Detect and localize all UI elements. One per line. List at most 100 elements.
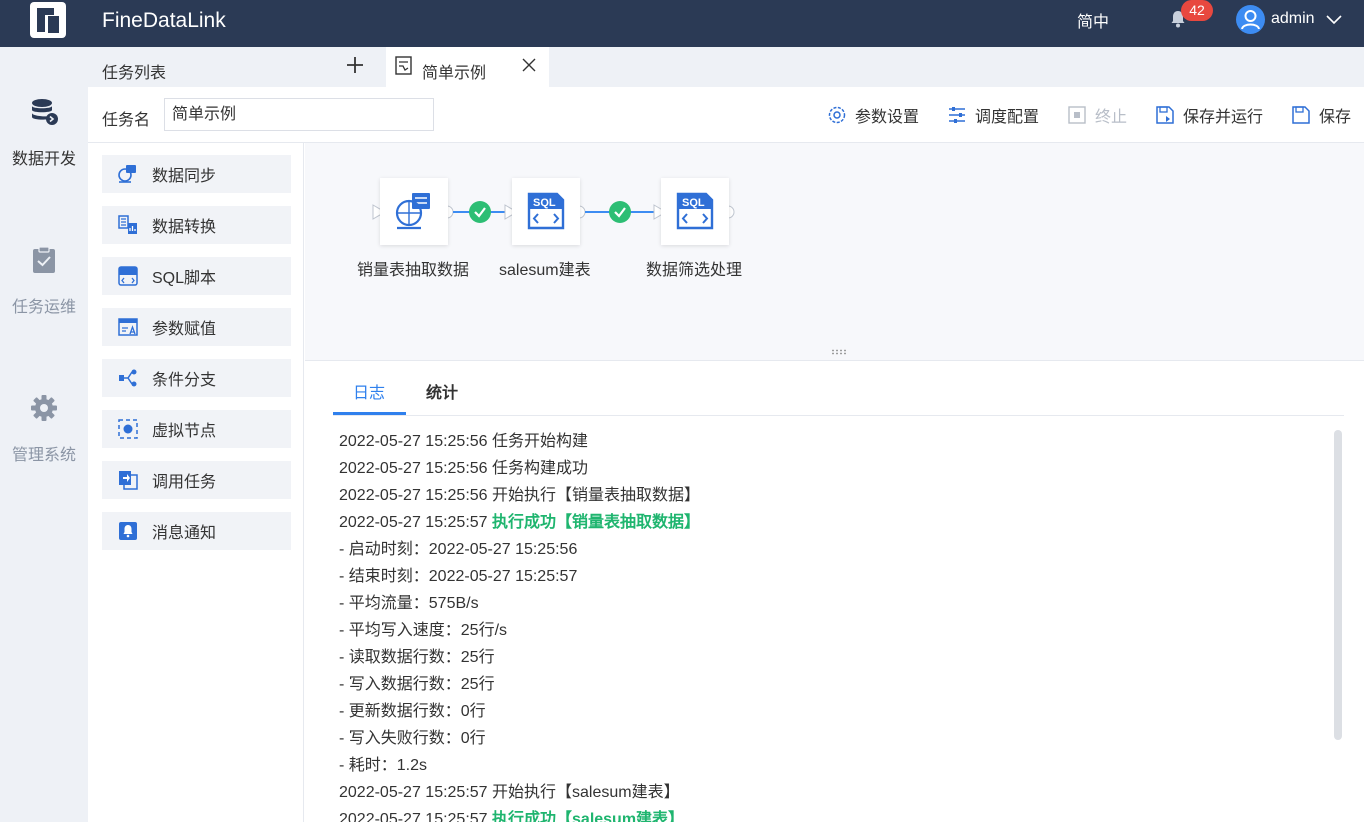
palette-item-notification[interactable]: 消息通知 xyxy=(102,512,291,550)
log-line: - 平均流量：575B/s xyxy=(339,593,1319,620)
nav-item-task-ops[interactable]: 任务运维 xyxy=(0,245,88,317)
tab-simple-example[interactable]: 简单示例 xyxy=(386,47,549,87)
flow-connectors xyxy=(372,204,735,220)
flow-node-label: salesum建表 xyxy=(499,262,591,279)
plus-icon[interactable] xyxy=(344,54,366,76)
log-line: 2022-05-27 15:25:56 任务构建成功 xyxy=(339,458,1319,485)
nav-item-management[interactable]: 管理系统 xyxy=(0,393,88,465)
flow-node-salesum-create[interactable]: SQL xyxy=(512,178,580,245)
log-line-text: - 启动时刻：2022-05-27 15:25:56 xyxy=(339,541,578,558)
clipboard-check-icon xyxy=(33,246,55,273)
tab-task-list[interactable]: 任务列表 xyxy=(88,47,384,87)
save-and-run-button[interactable]: 保存并运行 xyxy=(1155,104,1263,126)
success-check-icon xyxy=(469,201,491,223)
close-icon[interactable] xyxy=(522,58,536,72)
palette-item-data-transform[interactable]: 数据转换 xyxy=(102,206,291,244)
user-icon xyxy=(1241,10,1260,30)
stop-label: 终止 xyxy=(1095,109,1128,126)
tab-statistics[interactable]: 统计 xyxy=(426,379,458,403)
app-title: FineDataLink xyxy=(102,9,226,32)
schedule-config-button[interactable]: 调度配置 xyxy=(947,104,1039,126)
task-name-label: 任务名 xyxy=(102,112,151,129)
flow-node-label: 销量表抽取数据 xyxy=(357,262,470,279)
save-run-icon xyxy=(1156,106,1174,124)
param-assign-icon xyxy=(118,318,138,336)
log-line-text: - 结束时刻：2022-05-27 15:25:57 xyxy=(339,568,578,585)
app-logo[interactable] xyxy=(30,2,66,38)
stop-button[interactable]: 终止 xyxy=(1067,104,1127,126)
component-palette: 数据同步 数据转换 SQL脚本 参数赋值 条件分支 虚拟节点 调用任务 消息通知 xyxy=(88,143,304,822)
nav-label: 管理系统 xyxy=(11,447,76,464)
call-task-icon xyxy=(119,471,138,490)
data-sync-icon xyxy=(118,165,136,183)
log-line-text: 2022-05-27 15:25:57 开始执行【salesum建表】 xyxy=(339,784,680,801)
sql-script-icon xyxy=(118,266,138,286)
palette-item-label: 消息通知 xyxy=(152,525,217,542)
palette-item-call-task[interactable]: 调用任务 xyxy=(102,461,291,499)
save-button[interactable]: 保存 xyxy=(1291,104,1351,126)
flow-node-data-filter[interactable]: SQL xyxy=(661,178,729,245)
data-sync-node-icon xyxy=(395,193,430,230)
log-success-text: 执行成功【salesum建表】 xyxy=(492,811,685,822)
tab-task-list-label: 任务列表 xyxy=(102,65,167,82)
palette-item-param-assign[interactable]: 参数赋值 xyxy=(102,308,291,346)
save-icon xyxy=(1292,106,1310,124)
notification-icon xyxy=(119,522,137,540)
chevron-down-icon[interactable] xyxy=(1325,12,1343,26)
log-line-text: - 耗时：1.2s xyxy=(339,757,428,774)
log-line-text: - 读取数据行数：25行 xyxy=(339,649,495,666)
resize-handle-icon[interactable] xyxy=(831,349,849,355)
palette-item-label: 数据同步 xyxy=(152,168,217,185)
sql-node-icon: SQL xyxy=(676,192,714,230)
flow-node-sales-extract[interactable] xyxy=(380,178,448,245)
param-settings-button[interactable]: 参数设置 xyxy=(827,104,919,126)
log-line: 2022-05-27 15:25:56 任务开始构建 xyxy=(339,431,1319,458)
schedule-config-label: 调度配置 xyxy=(975,109,1040,126)
log-line: - 读取数据行数：25行 xyxy=(339,647,1319,674)
log-line: - 写入失败行数：0行 xyxy=(339,728,1319,755)
palette-item-label: SQL脚本 xyxy=(152,270,217,287)
palette-item-label: 虚拟节点 xyxy=(152,423,217,440)
tab-strip: 任务列表 简单示例 xyxy=(88,47,1364,87)
flow-doc-icon xyxy=(395,56,412,75)
log-line-text: - 平均写入速度：25行/s xyxy=(339,622,508,639)
log-line-text: - 更新数据行数：0行 xyxy=(339,703,486,720)
palette-item-label: 参数赋值 xyxy=(152,321,217,338)
save-and-run-label: 保存并运行 xyxy=(1183,109,1264,126)
condition-branch-icon xyxy=(119,369,137,387)
log-line: 2022-05-27 15:25:57 开始执行【salesum建表】 xyxy=(339,782,1319,809)
sql-icon-text: SQL xyxy=(533,197,556,209)
success-check-icon xyxy=(609,201,631,223)
log-line: 2022-05-27 15:25:57 执行成功【salesum建表】 xyxy=(339,809,1319,822)
log-line-text: 2022-05-27 15:25:56 任务构建成功 xyxy=(339,460,589,477)
nav-label: 任务运维 xyxy=(11,299,76,316)
param-settings-label: 参数设置 xyxy=(855,109,920,126)
task-name-input[interactable]: 简单示例 xyxy=(164,98,434,131)
notification-badge: 42 xyxy=(1181,0,1213,21)
log-line: - 结束时刻：2022-05-27 15:25:57 xyxy=(339,566,1319,593)
palette-item-condition-branch[interactable]: 条件分支 xyxy=(102,359,291,397)
tab-active-label: 简单示例 xyxy=(422,65,487,82)
log-line-text: - 写入失败行数：0行 xyxy=(339,730,486,747)
tab-log[interactable]: 日志 xyxy=(353,379,385,403)
palette-item-label: 数据转换 xyxy=(152,219,217,236)
data-transform-icon xyxy=(118,215,137,234)
left-nav: 数据开发 任务运维 管理系统 xyxy=(0,47,88,822)
log-line: - 启动时刻：2022-05-27 15:25:56 xyxy=(339,539,1319,566)
user-name[interactable]: admin xyxy=(1271,10,1315,28)
palette-item-label: 调用任务 xyxy=(152,474,217,491)
nav-item-data-dev[interactable]: 数据开发 xyxy=(0,97,88,169)
palette-item-sql-script[interactable]: SQL脚本 xyxy=(102,257,291,295)
log-line: 2022-05-27 15:25:57 执行成功【销量表抽取数据】 xyxy=(339,512,1319,539)
database-icon xyxy=(32,99,58,125)
palette-item-data-sync[interactable]: 数据同步 xyxy=(102,155,291,193)
log-line-text: - 平均流量：575B/s xyxy=(339,595,479,612)
nav-label: 数据开发 xyxy=(11,151,76,168)
log-scrollbar[interactable] xyxy=(1334,430,1342,740)
avatar[interactable] xyxy=(1236,5,1265,34)
palette-item-virtual-node[interactable]: 虚拟节点 xyxy=(102,410,291,448)
language-switch[interactable]: 简中 xyxy=(1077,8,1109,32)
log-line: - 更新数据行数：0行 xyxy=(339,701,1319,728)
flow-canvas[interactable]: 销量表抽取数据 SQL salesum建表 SQL 数据筛选处理 xyxy=(305,143,1364,361)
log-line-text: - 写入数据行数：25行 xyxy=(339,676,495,693)
